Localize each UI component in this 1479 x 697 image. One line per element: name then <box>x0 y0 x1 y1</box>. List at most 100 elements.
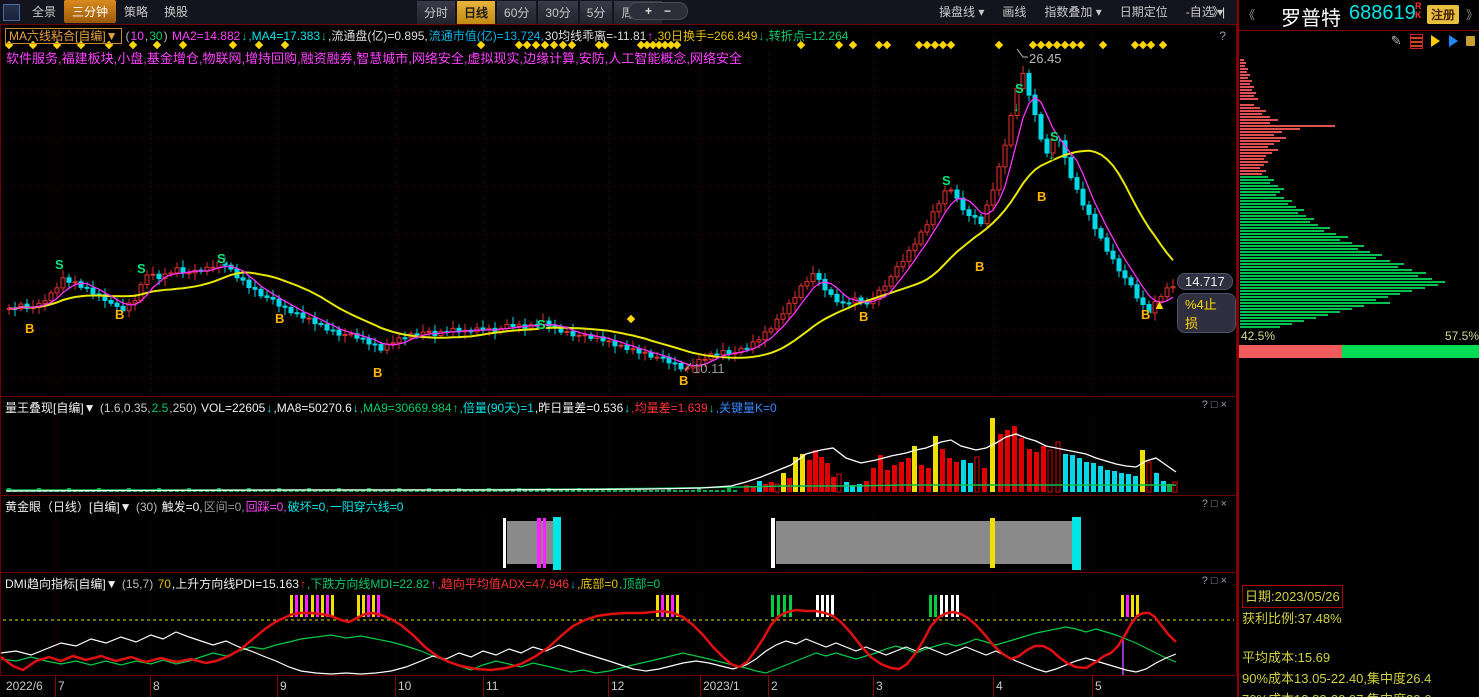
indicator-value: ↑ <box>430 577 436 591</box>
next-stock-icon[interactable]: 》 <box>1466 6 1478 23</box>
candlestick-chart[interactable] <box>1 25 1236 396</box>
axis-label: 7 <box>58 679 65 693</box>
indicator-value: ,30日换手=266.849 <box>654 29 757 43</box>
help-icon[interactable]: ? <box>1202 399 1211 411</box>
maximize-icon[interactable]: □ <box>1211 498 1221 510</box>
close-icon[interactable]: × <box>1221 575 1230 587</box>
indicator-value: 70 <box>158 577 171 591</box>
tab-switch-stock[interactable]: 换股 <box>156 0 196 23</box>
axis-label: 11 <box>486 679 498 693</box>
indicator-value: ,昨日量差=0.536 <box>535 401 623 415</box>
stock-info-panel: 《 罗普特 688619 RK 注册 》 ✎ 42.5% 57.5% 日期:20… <box>1237 0 1479 697</box>
folder-icon[interactable] <box>1466 36 1475 46</box>
indicator-value: ,MA9=30669.984 <box>360 401 452 415</box>
period-intraday[interactable]: 分时 <box>416 0 456 25</box>
close-icon[interactable]: × <box>1221 498 1230 510</box>
main-indicator-header: MA六线粘合[自编]▼(10,30) MA2=14.882↓,MA4=17.38… <box>5 27 1195 44</box>
indicator-value: ,顶部=0 <box>619 577 660 591</box>
golden-eye-indicator-header: 黄金眼（日线）[自编]▼ (30) 触发=0,区间=0,回踩=0,破坏=0,一阳… <box>5 498 1195 515</box>
menu-draw-line[interactable]: 画线 <box>993 0 1035 23</box>
menu-date-locate[interactable]: 日期定位 <box>1111 0 1177 23</box>
axis-label: 8 <box>153 679 160 693</box>
signal-s: S <box>217 251 226 266</box>
chip-stat-line: 平均成本:15.69 <box>1242 647 1431 668</box>
period-30min[interactable]: 30分 <box>537 0 578 25</box>
zoom-in-button[interactable]: + <box>639 4 658 18</box>
zoom-out-button[interactable]: − <box>658 4 677 18</box>
high-price-label: 26.45 <box>1029 51 1062 66</box>
indicator-value: (1.6,0.35, <box>97 401 151 415</box>
menu-trading-line[interactable]: 操盘线 ▾ <box>930 0 993 23</box>
chip-stat-line: 日期:2023/05/26 <box>1242 585 1343 608</box>
app-grid-icon[interactable] <box>3 4 20 21</box>
period-5min[interactable]: 5分 <box>579 0 614 25</box>
indicator-selector[interactable]: DMI趋向指标[自编]▼ <box>5 577 118 591</box>
indicator-value: ,250) <box>169 401 200 415</box>
indicator-value: 触发=0, <box>162 500 203 514</box>
chip-stat-line: 90%成本13.05-22.40,集中度26.4 <box>1242 668 1431 689</box>
axis-label: 10 <box>398 679 411 693</box>
close-icon[interactable]: × <box>1221 399 1230 411</box>
indicator-selector[interactable]: MA六线粘合[自编]▼ <box>5 28 122 44</box>
axis-separator <box>55 676 56 697</box>
kline-list-icon[interactable] <box>1410 34 1423 49</box>
maximize-icon[interactable]: □ <box>1211 575 1221 587</box>
dmi-indicator-header: DMI趋向指标[自编]▼ (15,7) 70,上升方向线PDI=15.163↑,… <box>5 575 1195 592</box>
collapse-panel-button[interactable]: 》| <box>1212 3 1223 20</box>
profit-pct-label: 57.5% <box>1445 329 1479 343</box>
stop-loss-badge: %4止损 <box>1177 293 1236 333</box>
blue-arrow-icon[interactable] <box>1449 35 1458 47</box>
loss-pct-label: 42.5% <box>1241 329 1275 343</box>
chart-tool-icons: ✎ <box>1386 33 1475 49</box>
chip-stat-line: 70%成本13.82-20.97,集中度20.6 <box>1242 689 1431 697</box>
tab-three-minute[interactable]: 三分钟 <box>64 0 116 23</box>
prev-stock-icon[interactable]: 《 <box>1243 6 1255 23</box>
register-badge[interactable]: 注册 <box>1427 5 1459 24</box>
volume-panel: 量王叠现[自编]▼ (1.6,0.35,2.5,250) VOL=22605↓,… <box>0 396 1237 496</box>
indicator-selector[interactable]: 量王叠现[自编]▼ <box>5 401 96 415</box>
help-icon[interactable]: ? <box>1219 29 1226 43</box>
indicator-value: 10 <box>131 29 144 43</box>
signal-b: B <box>975 259 984 274</box>
indicator-value: ,关键量K=0 <box>716 401 777 415</box>
menu-watchlist[interactable]: -自选 ▾ <box>1177 0 1232 23</box>
maximize-icon[interactable]: □ <box>1211 399 1221 411</box>
signal-b: B <box>115 307 124 322</box>
axis-separator <box>700 676 701 697</box>
dmi-chart[interactable] <box>1 594 1236 676</box>
indicator-value: 30 <box>149 29 162 43</box>
period-buttons: 分时日线60分30分5分周线 ▾ <box>416 0 663 25</box>
indicator-value: 30均线乖离=-11.81 <box>545 29 647 43</box>
rk-flags: RK <box>1415 2 1422 20</box>
indicator-selector[interactable]: 黄金眼（日线）[自编]▼ <box>5 500 132 514</box>
volume-chart[interactable] <box>1 418 1236 495</box>
help-icon[interactable]: ? <box>1202 575 1211 587</box>
help-icon[interactable]: ? <box>1202 498 1211 510</box>
loss-ratio-segment <box>1239 345 1342 358</box>
tab-strategy[interactable]: 策略 <box>116 0 156 23</box>
menu-index-overlay[interactable]: 指数叠加 ▾ <box>1035 0 1110 23</box>
indicator-value: ↓ <box>353 401 359 415</box>
dmi-panel: DMI趋向指标[自编]▼ (15,7) 70,上升方向线PDI=15.163↑,… <box>0 572 1237 676</box>
indicator-value: 2.5 <box>152 401 169 415</box>
stock-name: 罗普特 <box>1281 2 1341 31</box>
signal-↓: ↓ <box>1048 147 1055 162</box>
yellow-flag-icon[interactable] <box>1431 35 1440 47</box>
low-price-label: 10.11 <box>693 361 725 376</box>
axis-separator <box>873 676 874 697</box>
profit-ratio-labels: 42.5% 57.5% <box>1241 329 1479 343</box>
axis-label: 4 <box>996 679 1003 693</box>
chip-distribution-chart <box>1239 56 1479 332</box>
indicator-value: (30) <box>133 500 161 514</box>
panel-controls: ?□× <box>1202 575 1230 587</box>
indicator-value: ,MA8=50270.6 <box>273 401 351 415</box>
signal-b: B <box>1037 189 1046 204</box>
period-60min[interactable]: 60分 <box>496 0 537 25</box>
period-daily[interactable]: 日线 <box>456 0 496 25</box>
tab-overview[interactable]: 全景 <box>24 0 64 23</box>
indicator-value: ,流通盘(亿)=0.895, <box>328 29 428 43</box>
pencil-icon[interactable]: ✎ <box>1391 33 1402 49</box>
golden-eye-chart[interactable] <box>1 517 1236 572</box>
signal-b: B <box>373 365 382 380</box>
axis-separator <box>608 676 609 697</box>
